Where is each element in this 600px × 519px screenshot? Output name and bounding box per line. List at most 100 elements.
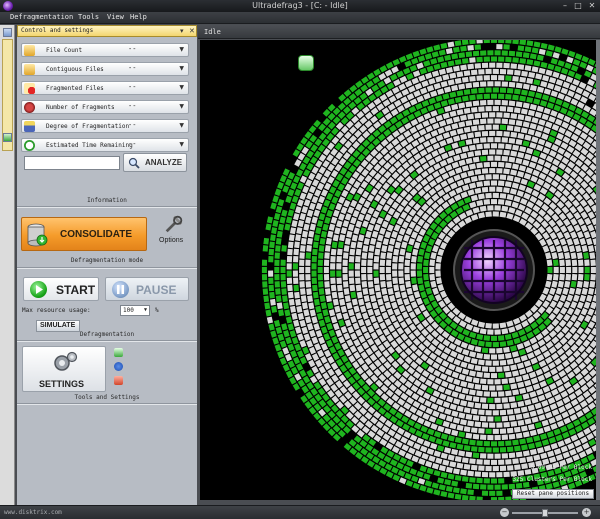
cluster-block — [285, 195, 292, 204]
menu-view[interactable]: View — [107, 13, 124, 21]
panel-pin-icon[interactable]: ✕ — [189, 27, 195, 35]
cluster-block — [355, 328, 363, 337]
cluster-block — [301, 385, 309, 394]
pause-button[interactable]: PAUSE — [105, 277, 189, 301]
menu-defragmentation[interactable]: Defragmentation — [10, 13, 73, 21]
cluster-block — [400, 241, 408, 249]
cluster-block — [314, 189, 322, 197]
chevron-down-icon[interactable]: ▼ — [179, 46, 184, 53]
zoom-out-icon[interactable]: − — [500, 508, 509, 517]
cluster-block — [262, 281, 268, 288]
cluster-block — [430, 475, 438, 482]
cluster-block — [437, 405, 445, 413]
menu-help[interactable]: Help — [130, 13, 147, 21]
cluster-block — [549, 403, 558, 411]
cluster-block — [437, 477, 445, 484]
settings-button[interactable]: SETTINGS — [22, 346, 106, 392]
cluster-block — [472, 377, 480, 384]
control-panel-icon[interactable] — [3, 28, 12, 37]
website-link[interactable]: www.disktrix.com — [4, 509, 62, 516]
cluster-block — [342, 266, 348, 274]
chevron-down-icon[interactable]: ▼ — [179, 103, 184, 110]
start-button[interactable]: START — [23, 277, 99, 301]
cluster-block — [424, 72, 433, 80]
maximize-button[interactable]: □ — [572, 1, 584, 11]
disk-cluster-map: 5.09 MB Per Block 325 Clusters Per Block… — [200, 40, 596, 500]
cluster-block — [567, 407, 576, 416]
panel-dropdown-icon[interactable]: ▾ — [180, 27, 184, 35]
cluster-block — [479, 415, 487, 422]
cluster-block — [261, 274, 268, 281]
cluster-block — [419, 445, 428, 453]
consolidate-button[interactable]: CONSOLIDATE — [21, 217, 147, 251]
cluster-block — [584, 217, 592, 226]
help-icon[interactable] — [114, 376, 123, 385]
cluster-block — [521, 444, 528, 451]
options-button[interactable]: Options — [157, 213, 191, 249]
chevron-down-icon[interactable]: ▼ — [179, 141, 184, 148]
zoom-slider[interactable]: − + — [500, 508, 592, 518]
cluster-block — [367, 259, 373, 266]
cluster-block — [295, 234, 302, 242]
cluster-block — [317, 349, 325, 358]
cluster-block — [285, 216, 293, 224]
cluster-block — [512, 40, 519, 45]
cluster-block — [418, 404, 427, 412]
cluster-block — [576, 230, 584, 239]
menu-tools[interactable]: Tools — [78, 13, 99, 21]
cluster-block — [287, 241, 294, 249]
cluster-block — [289, 202, 297, 210]
cluster-block — [446, 157, 454, 164]
cluster-block — [393, 248, 400, 256]
chevron-down-icon[interactable]: ▼ — [179, 84, 184, 91]
cluster-block — [281, 209, 288, 217]
cluster-block — [287, 172, 295, 180]
cluster-block — [331, 291, 338, 299]
cluster-block — [449, 422, 457, 430]
cluster-block — [561, 431, 570, 439]
reset-pane-positions-button[interactable]: Reset pane positions — [512, 489, 594, 499]
map-panel-icon[interactable] — [3, 133, 12, 142]
resource-usage-select[interactable]: 100 ▼ — [120, 305, 150, 316]
cluster-block — [422, 120, 430, 128]
info-icon[interactable] — [114, 362, 123, 371]
refresh-map-icon[interactable] — [298, 55, 314, 71]
minimize-button[interactable]: – — [559, 1, 571, 11]
cluster-block — [456, 462, 464, 469]
cluster-block — [296, 350, 304, 358]
report-icon[interactable] — [114, 348, 123, 357]
cluster-block — [301, 302, 308, 310]
cluster-block — [400, 320, 408, 329]
close-button[interactable]: ✕ — [586, 1, 598, 11]
drive-select-input[interactable] — [24, 156, 120, 170]
cluster-block — [417, 255, 424, 263]
cluster-block — [572, 58, 581, 66]
cluster-block — [409, 98, 418, 106]
cluster-block — [518, 348, 526, 356]
cluster-block — [565, 273, 572, 281]
chevron-down-icon[interactable]: ▼ — [179, 65, 184, 72]
chevron-down-icon[interactable]: ▼ — [179, 122, 184, 129]
cluster-block — [492, 447, 499, 453]
cluster-block — [406, 439, 415, 447]
cluster-block — [563, 95, 572, 103]
right-scrollbar[interactable] — [596, 40, 600, 500]
stat-degree-of-fragmentation: Degree of Fragmentation -- ▼ — [21, 119, 189, 133]
cluster-block — [503, 490, 510, 496]
zoom-knob[interactable] — [542, 509, 548, 517]
cluster-block — [285, 336, 292, 345]
zoom-in-icon[interactable]: + — [582, 508, 591, 517]
analyze-button[interactable]: ANALYZE — [123, 153, 187, 172]
cluster-block — [327, 302, 334, 310]
cluster-block — [509, 345, 518, 352]
cluster-block — [580, 75, 589, 84]
cluster-block — [555, 98, 563, 106]
cluster-block — [336, 312, 343, 320]
cluster-block — [555, 434, 563, 442]
cluster-block — [499, 106, 507, 112]
cluster-block — [429, 137, 438, 145]
cluster-block — [559, 54, 567, 61]
cluster-block — [541, 365, 550, 373]
cluster-block — [284, 178, 292, 187]
cluster-block — [536, 86, 545, 93]
